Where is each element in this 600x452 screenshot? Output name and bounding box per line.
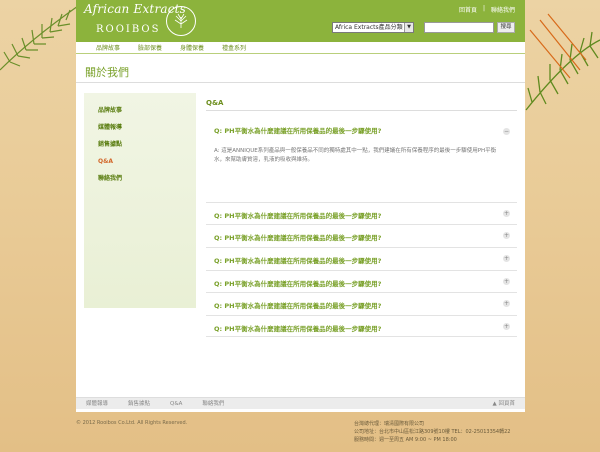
- sidebar-item-stores[interactable]: 銷售據點: [98, 136, 196, 153]
- palm-leaves-right-decoration: [525, 13, 600, 111]
- separator: |: [482, 5, 485, 12]
- faq-item[interactable]: Q: PH平衡水為什麼建議在所用保養品的最後一步驟使用? +: [206, 224, 517, 246]
- faq-question[interactable]: Q: PH平衡水為什麼建議在所用保養品的最後一步驟使用?: [214, 232, 381, 242]
- brand-logo[interactable]: African Extracts ROOIBOS: [84, 2, 196, 40]
- sidebar: 品牌故事 媒體報導 銷售據點 Q&A 聯絡我們: [84, 93, 196, 308]
- divider: [206, 110, 517, 111]
- divider: [76, 82, 525, 83]
- collapse-icon[interactable]: −: [503, 128, 510, 135]
- home-link[interactable]: 回首頁: [459, 5, 477, 14]
- faq-question[interactable]: Q: PH平衡水為什麼建議在所用保養品的最後一步驟使用?: [214, 300, 381, 310]
- faq-item[interactable]: Q: PH平衡水為什麼建議在所用保養品的最後一步驟使用? +: [206, 315, 517, 337]
- company-line: 服務時間：週一至周五 AM 9:00 ~ PM 18:00: [354, 437, 457, 443]
- expand-icon[interactable]: +: [503, 232, 510, 239]
- expand-icon[interactable]: +: [503, 300, 510, 307]
- top-links: 回首頁 | 聯絡我們: [459, 5, 515, 14]
- footer-link-contact[interactable]: 聯絡我們: [202, 398, 224, 410]
- faq-question[interactable]: Q: PH平衡水為什麼建議在所用保養品的最後一步驟使用?: [214, 278, 381, 288]
- company-line: 公司地址：台北市中山區松江路309號10樓 TEL：02-25013354轉22: [354, 429, 511, 435]
- back-to-top-link[interactable]: ▲ 回頁首: [493, 398, 515, 410]
- section-title: Q&A: [206, 99, 224, 107]
- faq-item[interactable]: Q: PH平衡水為什麼建議在所用保養品的最後一步驟使用? +: [206, 270, 517, 292]
- faq-item[interactable]: Q: PH平衡水為什麼建議在所用保養品的最後一步驟使用? +: [206, 292, 517, 314]
- product-category-select[interactable]: Africa Extracts產品分類 ▼: [332, 22, 414, 33]
- faq-question[interactable]: Q: PH平衡水為什麼建議在所用保養品的最後一步驟使用?: [214, 323, 381, 333]
- footer-link-media[interactable]: 媒體報導: [86, 398, 108, 410]
- logo-wordmark: ROOIBOS: [96, 24, 161, 35]
- company-info: 台灣總代理：瑞清國際有限公司 公司地址：台北市中山區松江路309號10樓 TEL…: [354, 420, 510, 444]
- expand-icon[interactable]: +: [503, 278, 510, 285]
- expand-icon[interactable]: +: [503, 323, 510, 330]
- faq-item[interactable]: Q: PH平衡水為什麼建議在所用保養品的最後一步驟使用? +: [206, 202, 517, 224]
- plant-seal-icon: [166, 6, 196, 36]
- search-input[interactable]: [424, 22, 494, 33]
- nav-item-brand-story[interactable]: 品牌故事: [96, 43, 120, 52]
- footer-link-stores[interactable]: 銷售據點: [128, 398, 150, 410]
- expand-icon[interactable]: +: [503, 255, 510, 262]
- search-button[interactable]: 搜尋: [497, 22, 515, 33]
- copyright-text: © 2012 Rooibos Co.Ltd. All Rights Reserv…: [76, 420, 188, 426]
- faq-answer: A: 這是ANNIQUE系列產品與一般保養品不同的獨特處其中一點，我們建議在所有…: [214, 148, 497, 163]
- nav-item-gift-sets[interactable]: 禮盒系列: [222, 43, 246, 52]
- footer-nav: 媒體報導 銷售據點 Q&A 聯絡我們 ▲ 回頁首: [76, 397, 525, 409]
- faq-question[interactable]: Q: PH平衡水為什麼建議在所用保養品的最後一步驟使用?: [214, 255, 381, 265]
- faq-question[interactable]: Q: PH平衡水為什麼建議在所用保養品的最後一步驟使用?: [214, 125, 517, 135]
- company-line: 台灣總代理：瑞清國際有限公司: [354, 421, 425, 427]
- sidebar-item-media[interactable]: 媒體報導: [98, 119, 196, 136]
- main-nav: 品牌故事 臉部保養 身體保養 禮盒系列: [76, 42, 525, 54]
- palm-leaves-left-decoration: [0, 5, 79, 71]
- sidebar-item-contact[interactable]: 聯絡我們: [98, 170, 196, 187]
- sidebar-item-brand-story[interactable]: 品牌故事: [98, 102, 196, 119]
- page-container: African Extracts ROOIBOS 回首頁 | 聯絡我們 Afri…: [76, 0, 525, 412]
- faq-question[interactable]: Q: PH平衡水為什麼建議在所用保養品的最後一步驟使用?: [214, 210, 381, 220]
- chevron-down-icon: ▼: [404, 23, 413, 32]
- sidebar-item-qa[interactable]: Q&A: [98, 153, 196, 170]
- nav-item-face-care[interactable]: 臉部保養: [138, 43, 162, 52]
- nav-item-body-care[interactable]: 身體保養: [180, 43, 204, 52]
- contact-link[interactable]: 聯絡我們: [491, 5, 515, 14]
- site-header: African Extracts ROOIBOS 回首頁 | 聯絡我們 Afri…: [76, 0, 525, 42]
- faq-item-expanded: Q: PH平衡水為什麼建議在所用保養品的最後一步驟使用? − A: 這是ANNI…: [214, 125, 517, 165]
- select-value: Africa Extracts產品分類: [335, 24, 403, 31]
- footer-link-qa[interactable]: Q&A: [170, 398, 182, 410]
- faq-item[interactable]: Q: PH平衡水為什麼建議在所用保養品的最後一步驟使用? +: [206, 247, 517, 269]
- page-title: 關於我們: [85, 66, 129, 79]
- expand-icon[interactable]: +: [503, 210, 510, 217]
